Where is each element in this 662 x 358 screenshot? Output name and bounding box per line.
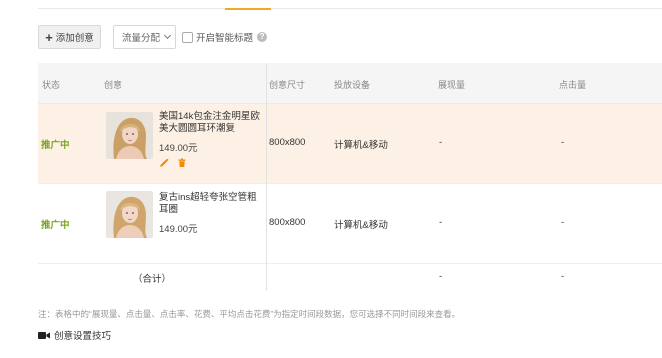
help-icon[interactable]: ? [257,32,268,42]
table-header: 状态 创意 创意尺寸 投放设备 展现量 点击量 [38,63,662,104]
plus-icon: + [45,29,53,45]
footnote: 注：表格中的“展现量、点击量、点击率、花费、平均点击花费”为指定时间段数据，您可… [38,309,461,319]
chevron-down-icon [163,31,172,40]
add-creative-label: 添加创意 [55,33,94,44]
creative-title: 美国14k包金注金明星欧美大圆圆耳环潮复 [159,111,260,134]
smart-title-toggle[interactable]: 开启智能标题 ? [182,30,268,44]
edit-icon[interactable] [159,158,169,168]
creative-price: 149.00元 [159,143,198,154]
smart-title-label: 开启智能标题 [196,33,254,44]
tab-underline [38,8,662,9]
table-row: 推广中 复古ins超轻夸张空管粗耳圈 149.00元 800x800 计算机&移… [38,184,662,264]
creative-table: 状态 创意 创意尺寸 投放设备 展现量 点击量 推广中 美国14k包金注金明星欧… [38,63,662,291]
impressions-value: - [439,217,443,228]
total-label: （合计） [133,274,172,285]
status-badge: 推广中 [41,140,70,151]
video-icon [38,331,50,339]
creative-tips-link[interactable]: 创意设置技巧 [38,328,111,342]
clicks-value: - [561,137,565,148]
add-creative-button[interactable]: + 添加创意 [38,25,101,49]
status-badge: 推广中 [41,220,70,231]
header-device: 投放设备 [334,80,371,90]
table-row: 推广中 美国14k包金注金明星欧美大圆圆耳环潮复 149.00元 800x800… [38,104,662,184]
total-clicks: - [561,271,565,282]
creative-thumbnail[interactable] [106,112,153,159]
creative-size: 800x800 [269,137,306,148]
header-creative: 创意 [104,80,123,90]
smart-title-checkbox[interactable] [182,31,193,43]
traffic-allocation-select[interactable]: 流量分配 [113,25,176,49]
creative-price: 149.00元 [159,224,198,235]
creative-title: 复古ins超轻夸张空管粗耳圈 [159,192,257,215]
creative-size: 800x800 [269,217,306,228]
column-divider [266,63,267,291]
total-impressions: - [439,271,443,282]
header-clicks[interactable]: 点击量 [559,78,586,91]
impressions-value: - [439,137,443,148]
delivery-device: 计算机&移动 [334,140,388,151]
clicks-value: - [561,217,565,228]
toolbar: + 添加创意 流量分配 开启智能标题 ? [38,25,268,49]
creative-tips-label: 创意设置技巧 [54,331,112,342]
total-row: （合计） - - [38,264,662,291]
header-impressions[interactable]: 展现量 [438,78,465,91]
delete-icon[interactable] [177,158,187,168]
header-status: 状态 [42,80,61,90]
tab-accent-line [225,8,271,10]
header-size[interactable]: 创意尺寸 [269,78,305,91]
row-actions [159,158,187,168]
creative-thumbnail[interactable] [106,191,153,238]
delivery-device: 计算机&移动 [334,220,388,231]
traffic-allocation-value: 流量分配 [122,33,161,44]
